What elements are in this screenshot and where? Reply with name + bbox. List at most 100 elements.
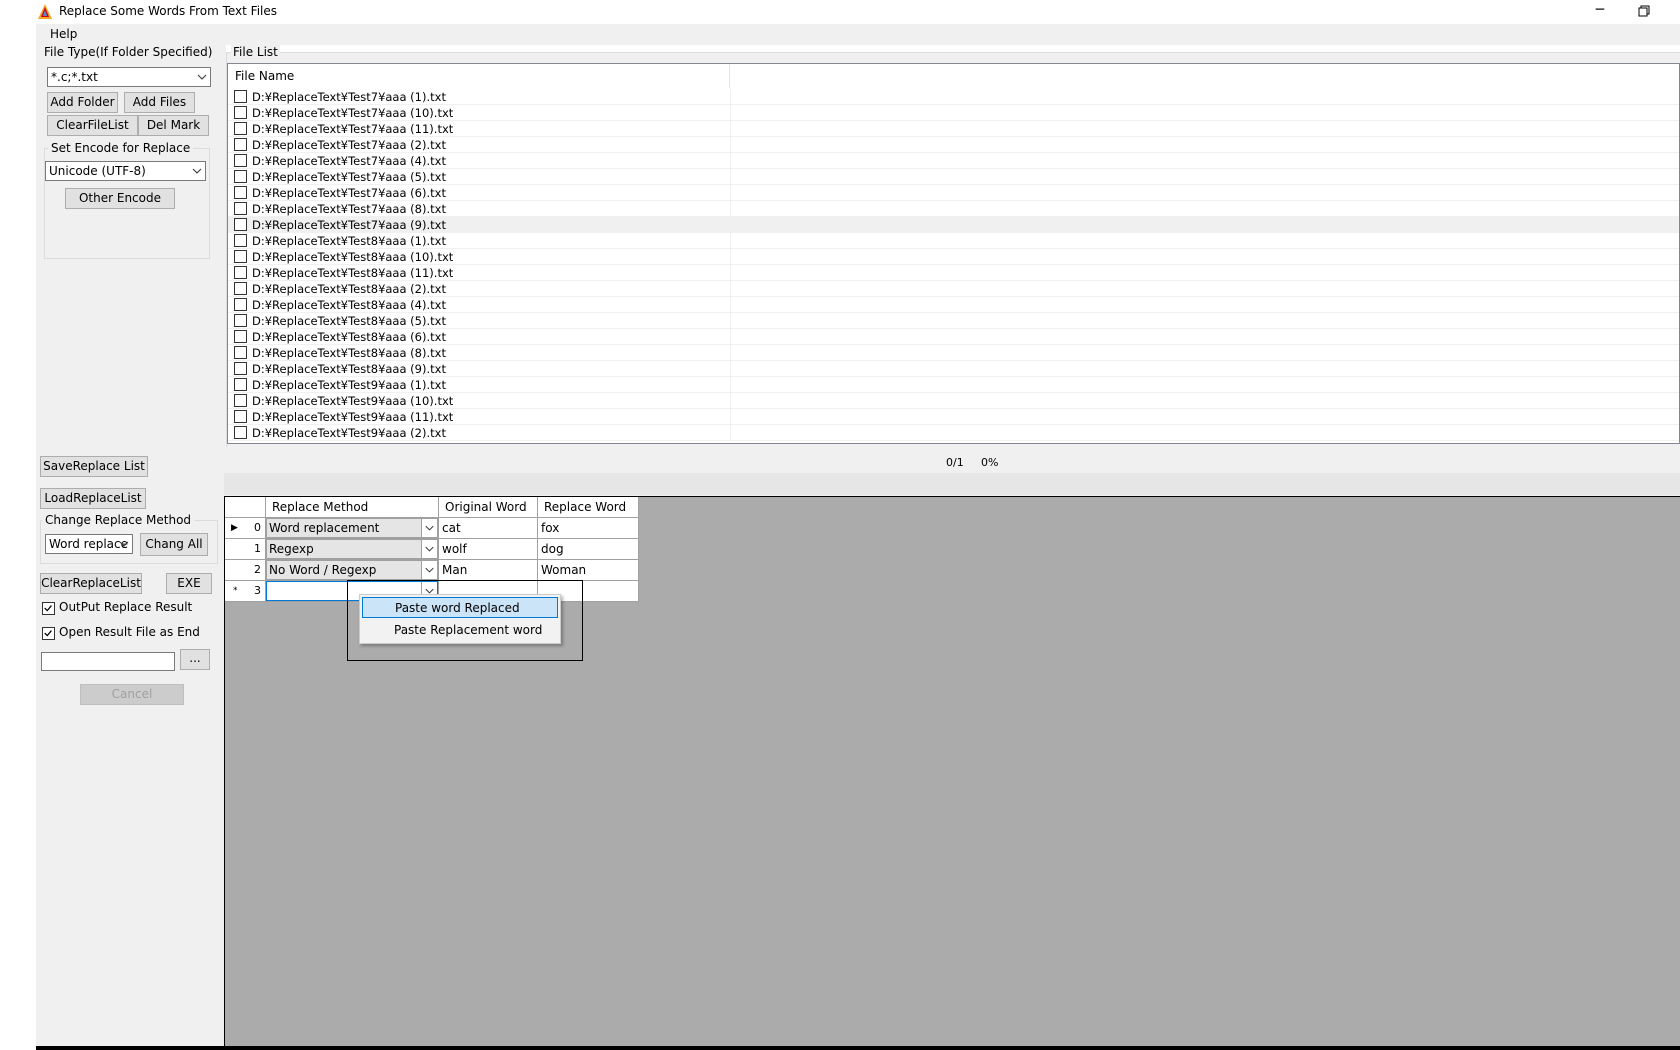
file-checkbox[interactable] bbox=[234, 122, 247, 135]
method-combo[interactable]: Word replacement bbox=[266, 518, 438, 538]
menu-help[interactable]: Help bbox=[50, 27, 77, 41]
replace-word-header[interactable]: Replace Word bbox=[538, 497, 639, 518]
file-type-label: File Type(If Folder Specified) bbox=[44, 45, 213, 59]
open-result-checkbox[interactable] bbox=[42, 627, 55, 640]
file-list-item[interactable]: D:¥ReplaceText¥Test9¥aaa (10).txt bbox=[228, 393, 1679, 409]
progress-bar bbox=[224, 473, 1680, 495]
file-checkbox[interactable] bbox=[234, 426, 247, 439]
paste-word-replaced-item[interactable]: Paste word Replaced bbox=[362, 597, 558, 618]
file-list-item[interactable]: D:¥ReplaceText¥Test8¥aaa (1).txt bbox=[228, 233, 1679, 249]
add-files-button[interactable]: Add Files bbox=[124, 92, 195, 113]
save-replace-list-button[interactable]: SaveReplace List bbox=[40, 456, 148, 477]
app-icon bbox=[38, 4, 52, 19]
browse-button[interactable]: ... bbox=[180, 649, 210, 670]
result-path-input[interactable] bbox=[41, 652, 175, 671]
replace-word-cell[interactable]: dog bbox=[538, 539, 639, 560]
file-checkbox[interactable] bbox=[234, 218, 247, 231]
file-list-item[interactable]: D:¥ReplaceText¥Test7¥aaa (11).txt bbox=[228, 121, 1679, 137]
change-method-combo[interactable]: Word replace bbox=[45, 534, 133, 554]
file-list-item[interactable]: D:¥ReplaceText¥Test7¥aaa (8).txt bbox=[228, 201, 1679, 217]
file-checkbox[interactable] bbox=[234, 346, 247, 359]
file-list-item[interactable]: D:¥ReplaceText¥Test8¥aaa (11).txt bbox=[228, 265, 1679, 281]
file-checkbox[interactable] bbox=[234, 234, 247, 247]
grid-row-header[interactable]: * 3 bbox=[225, 581, 266, 602]
file-checkbox[interactable] bbox=[234, 106, 247, 119]
method-cell[interactable]: Word replacement bbox=[266, 518, 439, 539]
file-checkbox[interactable] bbox=[234, 170, 247, 183]
replace-word-cell[interactable]: Woman bbox=[538, 560, 639, 581]
change-method-value: Word replace bbox=[49, 537, 128, 551]
file-type-combo[interactable]: *.c;*.txt bbox=[47, 67, 211, 87]
file-checkbox[interactable] bbox=[234, 378, 247, 391]
file-list-item[interactable]: D:¥ReplaceText¥Test8¥aaa (4).txt bbox=[228, 297, 1679, 313]
file-name: D:¥ReplaceText¥Test7¥aaa (9).txt bbox=[252, 218, 446, 232]
method-combo[interactable]: Regexp bbox=[266, 539, 438, 559]
file-checkbox[interactable] bbox=[234, 202, 247, 215]
grid-row-header[interactable]: ▶ 0 bbox=[225, 518, 266, 539]
grid-row-header[interactable]: 2 bbox=[225, 560, 266, 581]
file-list-item[interactable]: D:¥ReplaceText¥Test7¥aaa (6).txt bbox=[228, 185, 1679, 201]
del-mark-button[interactable]: Del Mark bbox=[138, 115, 209, 136]
method-combo[interactable]: No Word / Regexp bbox=[266, 560, 438, 580]
file-checkbox[interactable] bbox=[234, 314, 247, 327]
grid-row-header[interactable]: 1 bbox=[225, 539, 266, 560]
file-list-item[interactable]: D:¥ReplaceText¥Test8¥aaa (2).txt bbox=[228, 281, 1679, 297]
exe-button[interactable]: EXE bbox=[166, 573, 212, 594]
file-list-view[interactable]: File Name D:¥ReplaceText¥Test7¥aaa (1).t… bbox=[227, 63, 1680, 444]
file-checkbox[interactable] bbox=[234, 250, 247, 263]
replace-word-cell[interactable]: fox bbox=[538, 518, 639, 539]
file-checkbox[interactable] bbox=[234, 298, 247, 311]
file-checkbox[interactable] bbox=[234, 186, 247, 199]
paste-replacement-word-item[interactable]: Paste Replacement word bbox=[362, 620, 558, 641]
file-list-item[interactable]: D:¥ReplaceText¥Test8¥aaa (6).txt bbox=[228, 329, 1679, 345]
file-name-column-header[interactable]: File Name bbox=[228, 64, 730, 88]
file-checkbox[interactable] bbox=[234, 138, 247, 151]
original-word-header[interactable]: Original Word bbox=[439, 497, 538, 518]
file-list-item[interactable]: D:¥ReplaceText¥Test8¥aaa (8).txt bbox=[228, 345, 1679, 361]
clear-file-list-button[interactable]: ClearFileList bbox=[47, 115, 138, 136]
other-encode-button[interactable]: Other Encode bbox=[65, 188, 175, 209]
minimize-icon[interactable]: ─ bbox=[1592, 0, 1608, 22]
restore-icon[interactable] bbox=[1636, 0, 1652, 22]
file-list-item[interactable]: D:¥ReplaceText¥Test7¥aaa (4).txt bbox=[228, 153, 1679, 169]
original-word-cell[interactable]: Man bbox=[439, 560, 538, 581]
method-value: No Word / Regexp bbox=[269, 563, 377, 577]
change-method-label: Change Replace Method bbox=[42, 513, 195, 527]
file-list-item[interactable]: D:¥ReplaceText¥Test8¥aaa (9).txt bbox=[228, 361, 1679, 377]
chang-all-button[interactable]: Chang All bbox=[140, 533, 208, 556]
progress-count: 0/1 bbox=[946, 456, 964, 469]
file-checkbox[interactable] bbox=[234, 266, 247, 279]
file-checkbox[interactable] bbox=[234, 330, 247, 343]
output-result-checkbox[interactable] bbox=[42, 602, 55, 615]
load-replace-list-button[interactable]: LoadReplaceList bbox=[40, 488, 146, 509]
add-folder-button[interactable]: Add Folder bbox=[47, 92, 118, 113]
file-list-item[interactable]: D:¥ReplaceText¥Test9¥aaa (1).txt bbox=[228, 377, 1679, 393]
file-checkbox[interactable] bbox=[234, 410, 247, 423]
clear-replace-list-button[interactable]: ClearReplaceList bbox=[40, 573, 142, 594]
file-list-item[interactable]: D:¥ReplaceText¥Test7¥aaa (2).txt bbox=[228, 137, 1679, 153]
row-index: 3 bbox=[254, 584, 261, 597]
original-word-cell[interactable]: wolf bbox=[439, 539, 538, 560]
output-result-label: OutPut Replace Result bbox=[59, 600, 193, 614]
column-separator bbox=[730, 169, 731, 185]
file-checkbox[interactable] bbox=[234, 90, 247, 103]
file-name: D:¥ReplaceText¥Test9¥aaa (2).txt bbox=[252, 426, 446, 440]
original-word-cell[interactable]: cat bbox=[439, 518, 538, 539]
file-list-item[interactable]: D:¥ReplaceText¥Test8¥aaa (10).txt bbox=[228, 249, 1679, 265]
file-list-item[interactable]: D:¥ReplaceText¥Test9¥aaa (2).txt bbox=[228, 425, 1679, 441]
file-list-item[interactable]: D:¥ReplaceText¥Test7¥aaa (10).txt bbox=[228, 105, 1679, 121]
file-list-item[interactable]: D:¥ReplaceText¥Test7¥aaa (5).txt bbox=[228, 169, 1679, 185]
method-cell[interactable]: Regexp bbox=[266, 539, 439, 560]
file-checkbox[interactable] bbox=[234, 394, 247, 407]
replace-method-header[interactable]: Replace Method bbox=[266, 497, 439, 518]
file-list-item[interactable]: D:¥ReplaceText¥Test7¥aaa (1).txt bbox=[228, 89, 1679, 105]
encode-combo[interactable]: Unicode (UTF-8) bbox=[45, 161, 206, 181]
file-checkbox[interactable] bbox=[234, 154, 247, 167]
file-list-item[interactable]: D:¥ReplaceText¥Test8¥aaa (5).txt bbox=[228, 313, 1679, 329]
file-list-item[interactable]: D:¥ReplaceText¥Test9¥aaa (11).txt bbox=[228, 409, 1679, 425]
file-checkbox[interactable] bbox=[234, 282, 247, 295]
cancel-button[interactable]: Cancel bbox=[80, 684, 184, 705]
file-list-item[interactable]: D:¥ReplaceText¥Test7¥aaa (9).txt bbox=[228, 217, 1679, 233]
method-cell[interactable]: No Word / Regexp bbox=[266, 560, 439, 581]
file-checkbox[interactable] bbox=[234, 362, 247, 375]
